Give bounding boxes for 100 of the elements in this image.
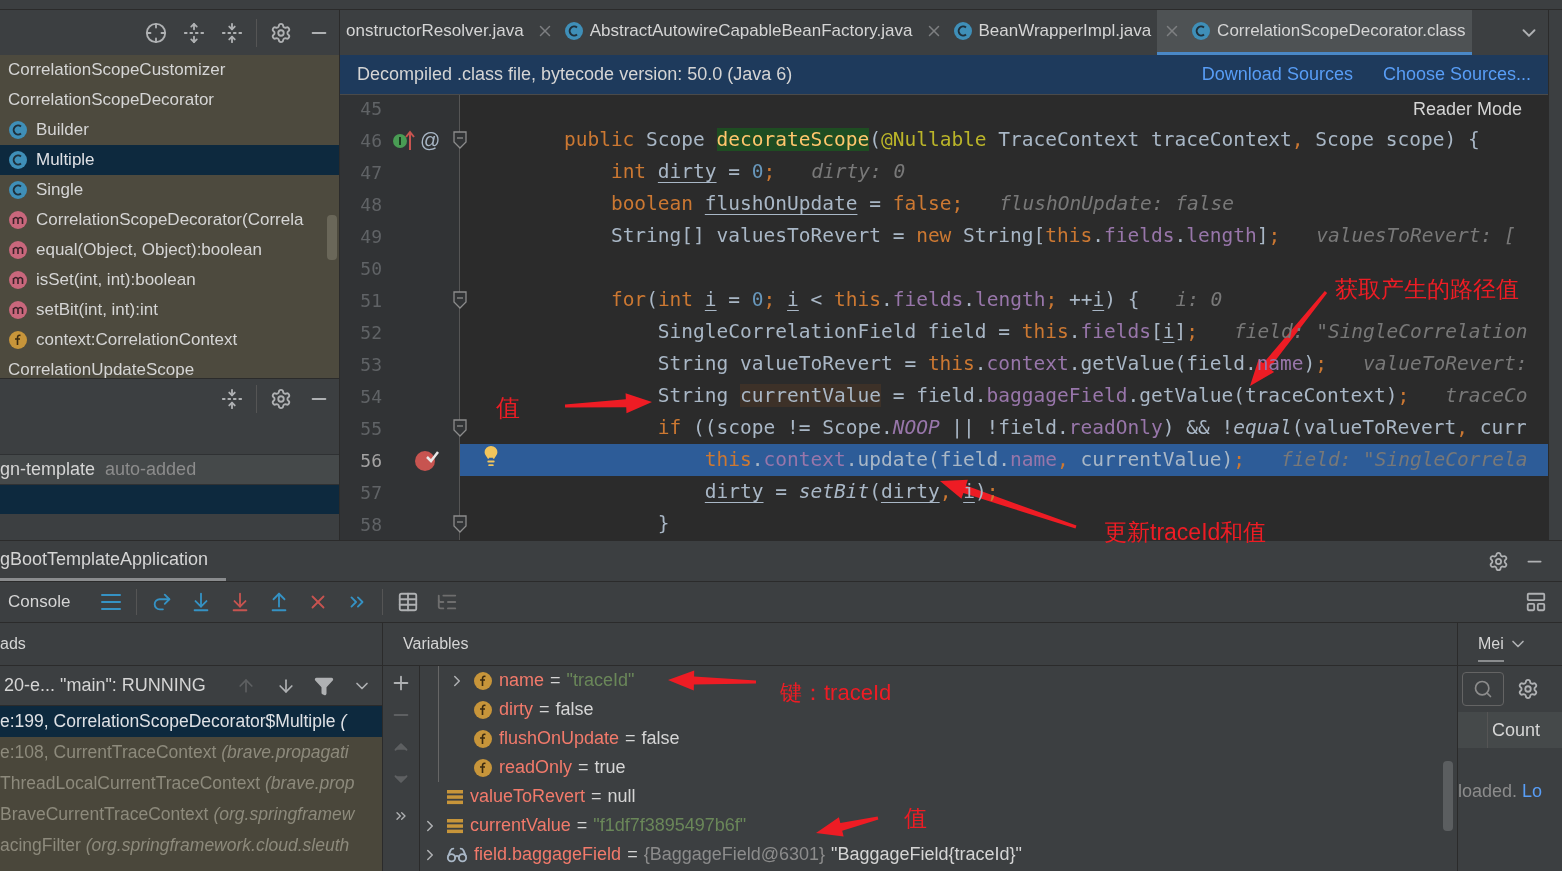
code-line: if ((scope != Scope.NOOP || !field.readOnly) && !equal(valueToRevert, curr	[657, 415, 1527, 442]
structure-item[interactable]: CorrelationScopeDecorator	[0, 85, 339, 115]
class-icon	[8, 150, 28, 170]
variable-value: "f1df7f3895497b6f"	[593, 814, 747, 837]
annotation-arrow	[816, 816, 879, 837]
variable-name: valueToRevert	[470, 785, 586, 808]
fold-marker-icon[interactable]	[453, 131, 467, 149]
stack-frame[interactable]: e:199, CorrelationScopeDecorator$Multiple (	[0, 706, 382, 737]
structure-item[interactable]: CorrelationScopeDecorator(Correla	[0, 205, 339, 235]
annotation-marker[interactable]: @	[420, 125, 441, 155]
method-icon	[8, 210, 28, 230]
annotation-text: 值	[496, 393, 520, 423]
memory-tab[interactable]: Mei	[1478, 632, 1504, 662]
variable-value: false	[641, 727, 680, 750]
scrollbar-thumb[interactable]	[1443, 761, 1453, 831]
banner-message: Decompiled .class file, bytecode version: 50.0 (Java 6)	[357, 63, 793, 86]
reader-mode-label[interactable]: Reader Mode	[1408, 99, 1526, 119]
equals-sign: =	[627, 843, 638, 866]
method-icon	[8, 300, 28, 320]
inline-value-hint: dirty: 0	[811, 159, 906, 186]
structure-item[interactable]: context:CorrelationContext	[0, 325, 339, 355]
banner-link[interactable]: Choose Sources...	[1382, 61, 1531, 88]
equals-sign: =	[578, 756, 589, 779]
annotation-text: 获取产生的路径值	[1335, 275, 1519, 304]
code-line: int dirty = 0;	[610, 159, 776, 186]
breakpoint-icon[interactable]	[414, 448, 440, 472]
variable-name: currentValue	[470, 814, 571, 837]
search-field[interactable]	[1462, 672, 1504, 706]
fold-marker-icon[interactable]	[453, 419, 467, 437]
editor-tab[interactable]: AbstractAutowireCapableBeanFactory.java	[529, 10, 919, 55]
equals-sign: =	[591, 785, 602, 808]
debug-session-tab[interactable]: gBootTemplateApplication	[0, 541, 227, 581]
variable-value: false	[555, 698, 594, 721]
inline-value-hint: traceCo	[1445, 383, 1528, 410]
field-icon	[8, 330, 28, 350]
variable-value: "BaggageField{traceId}"	[831, 843, 1022, 866]
variable-value: null	[607, 785, 636, 808]
threads-header: ads	[0, 634, 26, 654]
fold-marker-icon[interactable]	[453, 291, 467, 309]
status-text: loaded.	[1458, 780, 1518, 803]
field-icon	[473, 670, 493, 691]
variable-icon	[446, 816, 464, 835]
code-line: public Scope decorateScope(@Nullable TraceContext traceContext, Scope scope) {	[563, 127, 1480, 154]
variable-name: field.baggageField	[474, 843, 622, 866]
inline-value-hint: flushOnUpdate: false	[999, 191, 1234, 218]
variable-name: readOnly	[499, 756, 573, 779]
object-reference: {BaggageField@6301}	[643, 843, 826, 866]
module-note: auto-added	[105, 458, 197, 481]
module-name: gn-template	[0, 458, 96, 481]
search-icon	[1473, 679, 1493, 699]
list-row[interactable]: gn-template auto-added	[0, 454, 339, 484]
method-icon	[8, 270, 28, 290]
editor-tab[interactable]: onstructorResolver.java	[340, 10, 530, 55]
fold-marker-icon[interactable]	[453, 515, 467, 533]
code-line: for(int i = 0; i < this.fields.length; ++i) {	[610, 287, 1140, 314]
inline-value-hint: valuesToRevert: [	[1316, 223, 1516, 250]
structure-item[interactable]: setBit(int, int):int	[0, 295, 339, 325]
method-icon	[8, 240, 28, 260]
equals-sign: =	[576, 814, 588, 837]
structure-item[interactable]: isSet(int, int):boolean	[0, 265, 339, 295]
class-icon	[563, 21, 584, 41]
line-number: 56	[359, 448, 382, 473]
editor-tab[interactable]: BeanWrapperImpl.java	[918, 10, 1158, 55]
variable-name: flushOnUpdate	[499, 727, 620, 750]
annotation-text: 值	[904, 804, 927, 833]
field-icon	[473, 757, 493, 778]
structure-item[interactable]: Single	[0, 175, 339, 205]
code-line: String currentValue = field.baggageField.getValue(traceContext);	[657, 383, 1410, 410]
code-line: }	[657, 511, 670, 538]
structure-item[interactable]: equal(Object, Object):boolean	[0, 235, 339, 265]
variables-header: Variables	[403, 634, 469, 654]
class-icon	[952, 21, 973, 41]
variable-name: dirty	[499, 698, 533, 721]
class-icon	[1191, 21, 1212, 41]
code-line: SingleCorrelationField field = this.fields[i];	[657, 319, 1198, 346]
code-line: String[] valuesToRevert = new String[this.fields.length];	[610, 223, 1281, 250]
field-icon	[473, 728, 493, 749]
equals-sign: =	[550, 669, 561, 692]
code-line: boolean flushOnUpdate = false;	[610, 191, 964, 218]
implements-icon[interactable]	[392, 129, 416, 151]
filter-icon[interactable]	[314, 675, 334, 696]
thread-selector[interactable]: 20-e... "main": RUNNING	[4, 672, 206, 699]
variable-name: name	[499, 669, 545, 692]
variable-value: true	[594, 756, 626, 779]
editor-tab[interactable]: CorrelationScopeDecorator.class	[1157, 10, 1472, 55]
scrollbar-thumb[interactable]	[327, 215, 337, 260]
structure-item[interactable]: CorrelationScopeCustomizer	[0, 55, 339, 85]
equals-sign: =	[539, 698, 550, 721]
code-line: this.context.update(field.name, currentValue);	[704, 447, 1245, 474]
equals-sign: =	[625, 727, 636, 750]
class-icon	[8, 180, 28, 200]
field-icon	[473, 699, 493, 720]
inline-value-hint: field: "SingleCorrela	[1280, 447, 1528, 474]
inline-value-hint: valueToRevert:	[1363, 351, 1528, 378]
banner-link[interactable]: Download Sources	[1201, 61, 1353, 88]
load-link[interactable]: Lo	[1522, 778, 1543, 805]
console-tab[interactable]: Console	[8, 589, 71, 615]
structure-item[interactable]: Builder	[0, 115, 339, 145]
structure-item[interactable]: CorrelationUpdateScope	[0, 355, 339, 378]
structure-item[interactable]: Multiple	[0, 145, 339, 175]
